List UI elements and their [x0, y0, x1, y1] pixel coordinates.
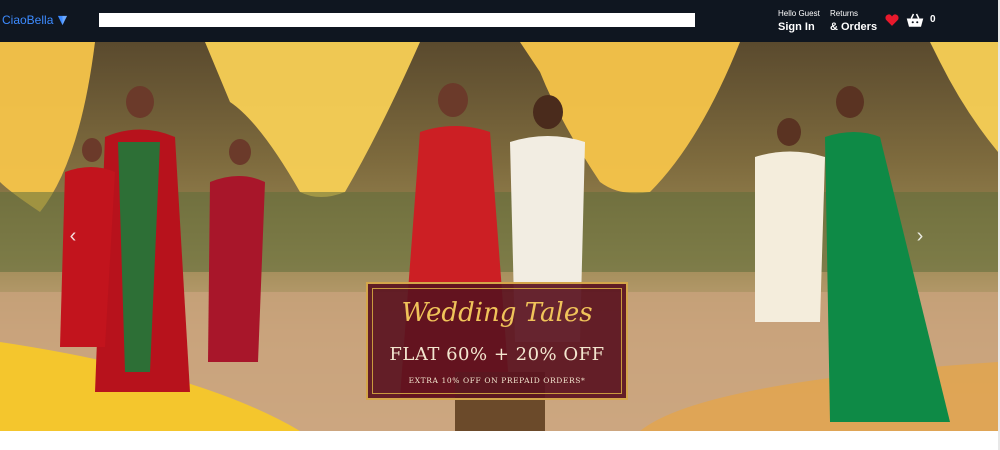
promo-banner[interactable]: Wedding Tales FLAT 60% + 20% OFF EXTRA 1…: [366, 282, 628, 400]
chevron-right-icon[interactable]: ›: [913, 225, 927, 247]
returns-orders-link[interactable]: Returns & Orders: [830, 9, 878, 33]
chevron-left-icon[interactable]: ‹: [66, 225, 80, 247]
logo-text: CiaoBella: [2, 13, 54, 27]
heart-shield-icon: [58, 15, 68, 25]
promo-title: Wedding Tales: [401, 298, 593, 328]
heart-icon[interactable]: [885, 13, 899, 27]
search-input[interactable]: [99, 13, 695, 27]
promo-note: EXTRA 10% OFF ON PREPAID ORDERS*: [408, 376, 586, 385]
sign-in-label: Sign In: [778, 20, 815, 33]
cart-count: 0: [930, 14, 936, 25]
hero-banner[interactable]: ‹ › Wedding Tales FLAT 60% + 20% OFF EXT…: [0, 42, 998, 431]
page-content-area: [0, 431, 998, 450]
account-greeting: Hello Guest: [778, 9, 820, 18]
account-signin-link[interactable]: Hello Guest Sign In: [778, 9, 820, 33]
site-logo[interactable]: CiaoBella: [2, 13, 68, 27]
promo-offer: FLAT 60% + 20% OFF: [389, 344, 605, 365]
returns-label: Returns: [830, 9, 859, 18]
basket-icon[interactable]: [906, 12, 924, 28]
orders-label: & Orders: [830, 20, 878, 33]
top-navigation-bar: CiaoBella Hello Guest Sign In Returns & …: [0, 0, 998, 42]
